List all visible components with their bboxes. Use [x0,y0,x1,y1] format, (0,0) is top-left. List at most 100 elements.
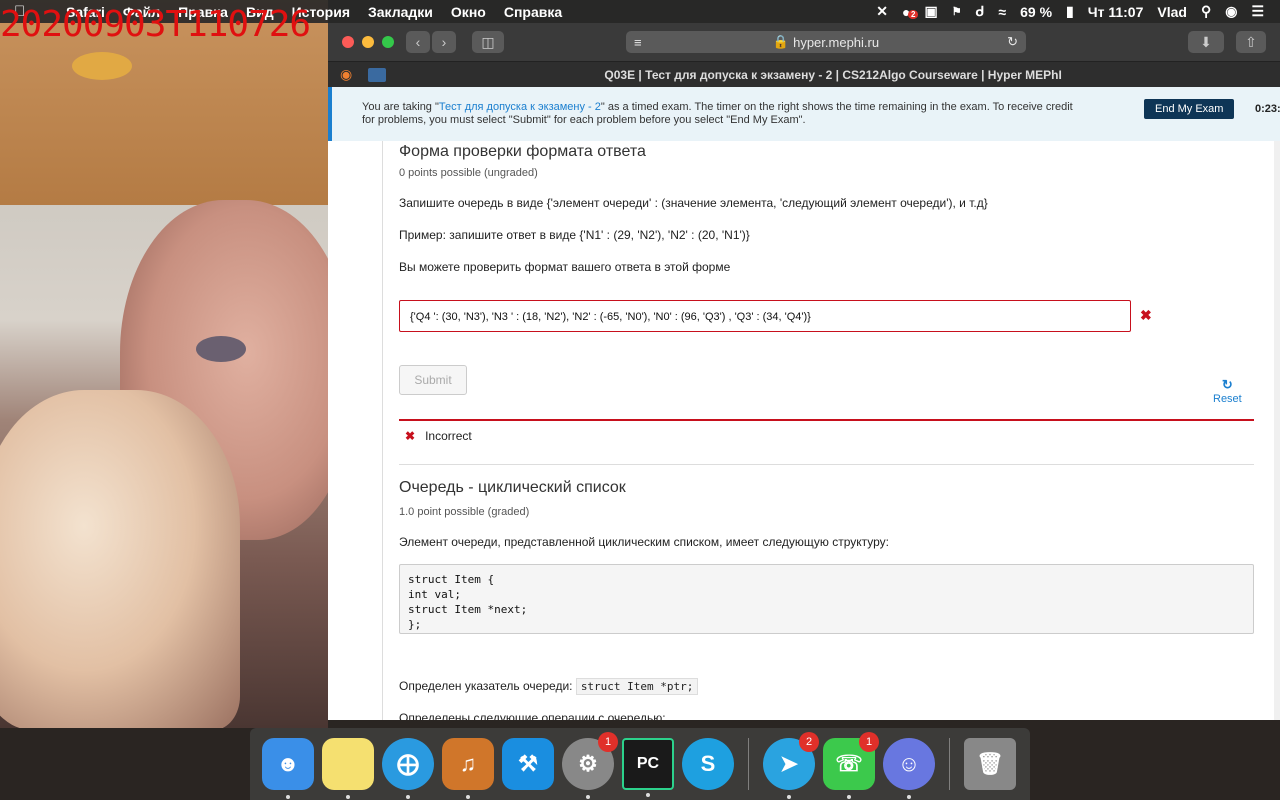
battery-icon[interactable]: ▮ [1066,3,1074,20]
problem1-instruction: Запишите очередь в виде {'элемент очеред… [399,196,988,210]
address-bar[interactable]: ≡ 🔒 hyper.mephi.ru ↻ [626,31,1026,53]
running-indicator [466,795,470,799]
lock-icon: 🔒 [772,34,790,49]
garageband-icon[interactable]: ♫ [442,738,494,799]
courseware-content: Форма проверки формата ответа 0 points p… [382,141,1254,720]
back-button[interactable]: ‹ [406,31,430,53]
incorrect-icon: ✖ [1140,307,1152,323]
running-indicator [406,795,410,799]
pycharm-icon[interactable]: PC [622,738,674,797]
pointer-code: struct Item *ptr; [575,678,699,695]
webcam-eye [196,336,246,362]
reader-icon[interactable]: ≡ [634,35,642,50]
status-text: Incorrect [425,429,472,443]
reset-button[interactable]: ↻ Reset [1213,377,1242,405]
problem1-check-note: Вы можете проверить формат вашего ответа… [399,260,731,274]
pointer-text: Определен указатель очереди: [399,679,576,693]
page-scrollbar[interactable] [1274,141,1280,720]
bluetooth-icon[interactable]: ᑯ [976,3,985,20]
problem1-title: Форма проверки формата ответа [399,143,646,160]
recording-timestamp: 20200903T110726 [0,4,311,45]
dock-separator [949,738,950,790]
siri-icon[interactable]: ◉ [1225,3,1237,20]
wifi-icon[interactable]: ≈ [998,4,1006,20]
discord-icon[interactable]: ☺ [883,738,935,799]
notes-icon[interactable] [322,738,374,799]
problem2-intro: Элемент очереди, представленной цикличес… [399,535,890,549]
close-window-button[interactable] [342,36,354,48]
badge: 1 [859,732,879,752]
user-name[interactable]: Vlad [1157,4,1187,20]
reset-label: Reset [1213,393,1242,405]
refresh-icon: ↻ [1221,377,1233,392]
url-text: hyper.mephi.ru [793,34,880,50]
problem2-title: Очередь - циклический список [399,479,626,496]
running-indicator [286,795,290,799]
control-center-icon[interactable]: ☰ [1251,3,1264,20]
flag-icon[interactable]: ⚑ [952,5,962,18]
running-indicator [787,795,791,799]
exam-link[interactable]: Тест для допуска к экзамену - 2 [439,101,601,113]
battery-percent[interactable]: 69 % [1020,4,1052,20]
problem-circular-queue: Очередь - циклический список 1.0 point p… [399,479,1254,549]
tab-bar: ◉ Q03E | Тест для допуска к экзамену - 2… [328,61,1280,87]
maximize-window-button[interactable] [382,36,394,48]
queue-pointer-line: Определен указатель очереди: struct Item… [399,678,699,695]
clock[interactable]: Чт 11:07 [1088,4,1144,20]
menu-window[interactable]: Окно [451,4,486,20]
problem1-points: 0 points possible (ungraded) [399,167,538,179]
skype-icon[interactable]: S [682,738,734,790]
running-indicator [646,793,650,797]
operations-text: Определены следующие операции с очередью… [399,711,666,720]
browser-window: ‹ › ◫ ≡ 🔒 hyper.mephi.ru ↻ ⬇ ⇧ ◉ Q03E | … [328,23,1280,720]
banner-message: You are taking "Тест для допуска к экзам… [362,101,1082,127]
problem-format-check: Форма проверки формата ответа 0 points p… [399,143,1254,274]
chat-extension-icon[interactable] [368,67,387,82]
forward-button[interactable]: › [432,31,456,53]
banner-text-pre: You are taking " [362,101,439,113]
problem-divider [399,464,1254,465]
favorite-site-icon[interactable]: ◉ [340,66,352,83]
submit-button[interactable]: Submit [399,365,467,395]
badge: 1 [598,732,618,752]
minimize-window-button[interactable] [362,36,374,48]
problem2-points: 1.0 point possible (graded) [399,506,530,518]
answer-input[interactable]: {'Q4 ': (30, 'N3'), 'N3 ' : (18, 'N2'), … [399,300,1131,332]
trash-icon[interactable]: 🗑 [964,738,1016,790]
status-notification: ✖ Incorrect [399,419,1254,451]
active-tab-title[interactable]: Q03E | Тест для допуска к экзамену - 2 |… [386,68,1280,82]
running-indicator [586,795,590,799]
safari-icon[interactable]: ⨁ [382,738,434,799]
timed-exam-banner: You are taking "Тест для допуска к экзам… [328,87,1280,141]
mac-dock: ☻ ⨁ ♫ ⚒ ⚙ 1 PC S ➤ 2 ☏ 1 ☺ 🗑 [250,728,1030,800]
problem1-example: Пример: запишите ответ в виде {'N1' : (2… [399,228,750,242]
exam-timer: 0:23: [1255,103,1280,115]
reload-icon[interactable]: ↻ [1007,34,1018,50]
xcode-icon[interactable]: ⚒ [502,738,554,790]
sidebar-button[interactable]: ◫ [472,31,504,53]
webcam-overlay [0,0,328,728]
notification-icon[interactable]: ● 2 [902,4,919,20]
dock-separator [748,738,749,790]
webcam-hand [0,390,240,728]
mute-icon[interactable]: ✕ [876,3,888,20]
gear-icon[interactable]: ⚙ 1 [562,732,618,799]
status-incorrect-icon: ✖ [405,429,416,443]
finder-icon[interactable]: ☻ [262,738,314,799]
badge: 2 [799,732,819,752]
menu-bookmarks[interactable]: Закладки [368,4,433,20]
running-indicator [907,795,911,799]
display-icon[interactable]: ▣ [925,3,938,20]
struct-code-block: struct Item { int val; struct Item *next… [399,564,1254,634]
running-indicator [346,795,350,799]
spotlight-search-icon[interactable]: ⚲ [1201,3,1211,20]
downloads-button[interactable]: ⬇ [1188,31,1224,53]
menu-help[interactable]: Справка [504,4,562,20]
share-button[interactable]: ⇧ [1236,31,1266,53]
telegram-icon[interactable]: ➤ 2 [763,732,819,799]
webcam-detail [72,52,132,80]
running-indicator [847,795,851,799]
end-exam-button[interactable]: End My Exam [1144,99,1235,119]
facetime-icon[interactable]: ☏ 1 [823,732,879,799]
browser-toolbar: ‹ › ◫ ≡ 🔒 hyper.mephi.ru ↻ ⬇ ⇧ [328,23,1280,61]
